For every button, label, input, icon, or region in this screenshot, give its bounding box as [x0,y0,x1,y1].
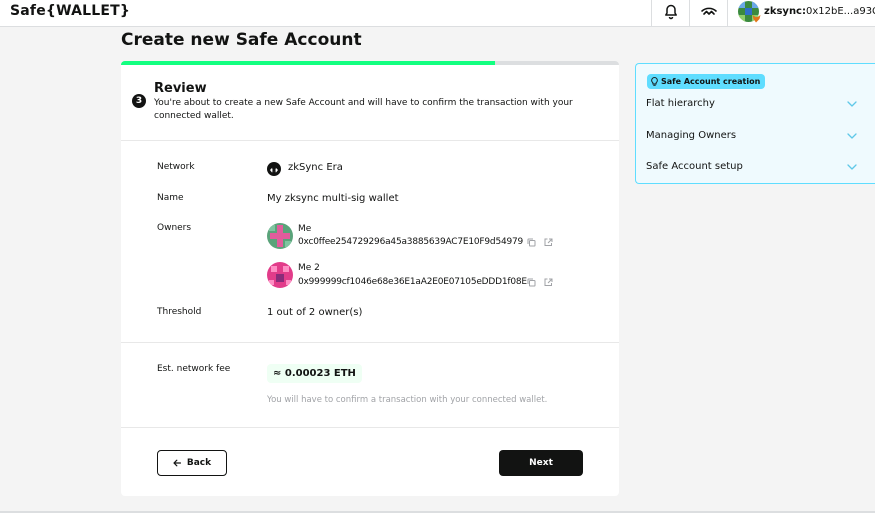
threshold-value: 1 out of 2 owner(s) [267,307,363,318]
safe-creation-badge: Safe Account creation [647,74,766,89]
step-description: You're about to create a new Safe Accoun… [154,98,573,121]
section-divider [121,342,619,343]
header-divider [689,0,690,27]
owner-name: Me [298,224,312,234]
back-button[interactable]: Back [157,450,227,476]
accordion-label: Safe Account setup [646,161,743,172]
step-title: Review [154,81,207,96]
safe-creation-badge-label: Safe Account creation [661,77,761,86]
fee-label: Est. network fee [157,364,231,374]
chevron-down-icon [847,133,857,139]
arrow-left-icon [173,459,181,467]
owner-address: 0x999999cf1046e68e36E1aA2E0E07105eDDD1f0… [298,277,527,287]
name-label: Name [157,193,184,203]
section-divider [121,140,619,141]
owner-avatar [267,223,293,249]
review-card: 3 Review You're about to create a new Sa… [121,61,619,496]
zksync-network-icon [267,162,281,176]
copy-icon[interactable] [527,238,536,247]
metamask-fox-icon [752,15,761,23]
copy-icon[interactable] [527,278,536,287]
page-title: Create new Safe Account [121,30,362,50]
owners-label: Owners [157,223,192,233]
accordion-label: Managing Owners [646,130,737,141]
top-bar: Safe{WALLET} zksync:0x12bE...a93C [0,0,875,27]
safe-name-value: My zksync multi-sig wallet [267,193,399,204]
accordion-flat-hierarchy[interactable]: Flat hierarchy [636,94,875,116]
chevron-down-icon [847,164,857,170]
progress-track [121,61,619,65]
external-link-icon[interactable] [544,278,553,287]
header-divider [651,0,652,27]
fee-value: ≈ 0.00023 ETH [267,364,362,383]
notification-bell-icon[interactable] [664,4,678,20]
walletconnect-icon[interactable] [700,5,718,19]
lightbulb-icon [651,77,658,86]
accordion-safe-account-setup[interactable]: Safe Account setup [636,157,875,179]
owner-avatar [267,262,293,288]
owner-address: 0xc0ffee254729296a45a3885639AC7E10F9d549… [298,237,524,247]
next-button[interactable]: Next [499,450,583,476]
accordion-managing-owners[interactable]: Managing Owners [636,126,875,148]
step-number-badge: 3 [132,94,146,108]
next-button-label: Next [529,458,553,468]
header-divider [727,0,728,27]
account-address[interactable]: zksync:0x12bE...a93C [764,6,875,17]
safe-wallet-logo[interactable]: Safe{WALLET} [10,3,130,19]
safe-creation-tips-panel: Safe Account creation Flat hierarchy Man… [635,63,875,184]
network-label: Network [157,162,195,172]
chevron-down-icon [847,101,857,107]
network-value: zkSync Era [288,162,343,173]
section-divider [121,427,619,428]
fee-note: You will have to confirm a transaction w… [267,395,548,405]
accordion-label: Flat hierarchy [646,98,715,109]
owner-name: Me 2 [298,263,320,273]
external-link-icon[interactable] [544,238,553,247]
threshold-label: Threshold [157,307,202,317]
back-button-label: Back [186,458,212,468]
progress-fill [121,61,495,65]
